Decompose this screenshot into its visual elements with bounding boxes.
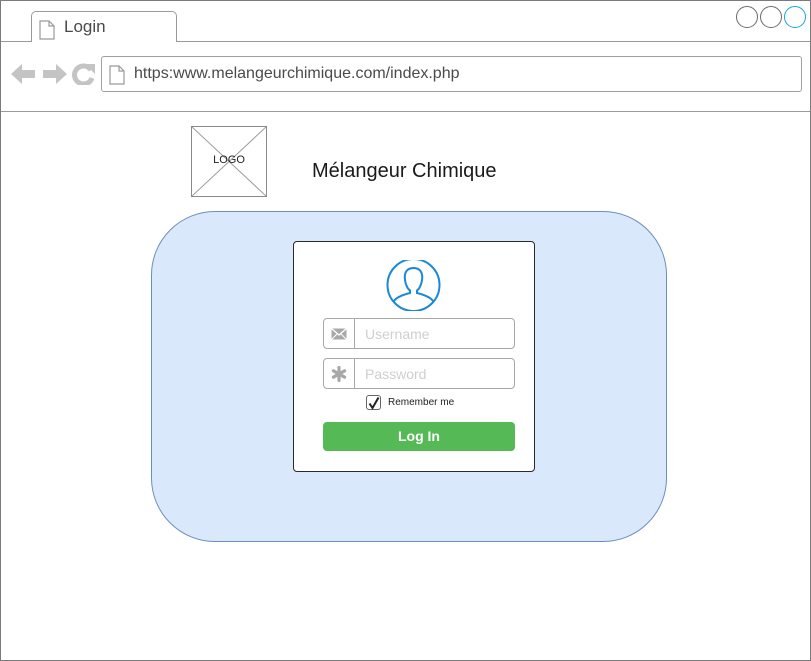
logo-text: LOGO (213, 154, 245, 166)
remember-me-checkbox[interactable] (366, 395, 381, 410)
password-field (323, 358, 515, 389)
username-input[interactable] (355, 319, 514, 348)
username-field (323, 318, 515, 349)
envelope-icon (324, 319, 355, 348)
maximize-button[interactable] (760, 6, 782, 28)
asterisk-icon (324, 359, 355, 388)
window-controls (736, 6, 806, 28)
browser-window: Login https:www.melangeurchimique.com/in… (0, 0, 811, 661)
reload-icon[interactable] (72, 63, 96, 90)
page-icon (109, 65, 125, 90)
browser-tab[interactable]: Login (31, 11, 177, 42)
login-button[interactable]: Log In (323, 422, 515, 451)
close-button[interactable] (784, 6, 806, 28)
address-bar[interactable]: https:www.melangeurchimique.com/index.ph… (101, 56, 802, 92)
tab-title: Login (64, 17, 106, 36)
back-arrow-icon[interactable] (11, 63, 37, 90)
remember-me-row: Remember me (366, 395, 454, 410)
minimize-button[interactable] (736, 6, 758, 28)
user-icon (385, 258, 442, 316)
remember-me-label: Remember me (388, 397, 455, 408)
address-url: https:www.melangeurchimique.com/index.ph… (134, 65, 460, 82)
forward-arrow-icon[interactable] (41, 63, 67, 90)
password-input[interactable] (355, 359, 514, 388)
site-title: Mélangeur Chimique (312, 160, 497, 182)
toolbar-divider (1, 111, 810, 112)
logo-placeholder: LOGO (191, 126, 267, 197)
checkmark-icon (368, 397, 380, 410)
